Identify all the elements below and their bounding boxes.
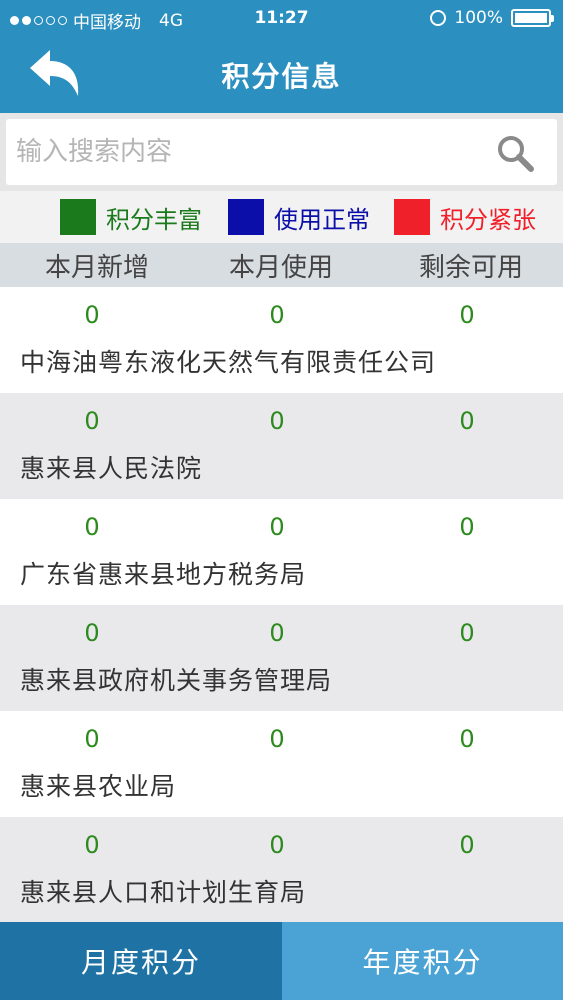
org-name: 惠来县人口和计划生育局 (20, 878, 307, 907)
legend-item-normal: 使用正常 (228, 199, 370, 235)
legend-label-tight: 积分紧张 (440, 205, 536, 234)
search-area (0, 113, 563, 191)
legend-swatch-normal (228, 199, 264, 235)
alarm-icon (430, 10, 447, 26)
used-points-value: 0 (269, 407, 285, 435)
new-points-value: 0 (84, 619, 100, 647)
remaining-points-value: 0 (459, 831, 475, 859)
page-title: 积分信息 (221, 60, 342, 93)
search-input[interactable] (6, 122, 476, 182)
org-name: 广东省惠来县地方税务局 (20, 560, 307, 589)
list-item[interactable]: 0 0 0 中海油粤东液化天然气有限责任公司 (0, 287, 563, 393)
status-bar: 中国移动 4G 11:27 100% (0, 0, 563, 38)
used-points-value: 0 (269, 725, 285, 753)
search-box (6, 119, 557, 185)
used-points-value: 0 (269, 301, 285, 329)
new-points-value: 0 (84, 513, 100, 541)
new-points-value: 0 (84, 831, 100, 859)
org-list: 0 0 0 中海油粤东液化天然气有限责任公司 0 0 0 惠来县人民法院 0 0… (0, 287, 563, 923)
tab-monthly-points[interactable]: 月度积分 (0, 922, 282, 1000)
remaining-points-value: 0 (459, 725, 475, 753)
search-icon[interactable] (495, 133, 535, 173)
new-points-value: 0 (84, 301, 100, 329)
remaining-points-value: 0 (459, 513, 475, 541)
status-right: 100% (430, 8, 554, 28)
list-item[interactable]: 0 0 0 惠来县政府机关事务管理局 (0, 605, 563, 711)
legend-item-tight: 积分紧张 (394, 199, 536, 235)
tab-yearly-points[interactable]: 年度积分 (282, 922, 563, 1000)
column-header-used: 本月使用 (228, 253, 333, 283)
legend-item-rich: 积分丰富 (60, 199, 202, 235)
list-item[interactable]: 0 0 0 惠来县人民法院 (0, 393, 563, 499)
org-name: 惠来县人民法院 (20, 454, 203, 483)
legend-swatch-tight (394, 199, 430, 235)
list-item[interactable]: 0 0 0 惠来县农业局 (0, 711, 563, 817)
column-headers: 本月新增 本月使用 剩余可用 (0, 243, 563, 287)
battery-icon (511, 9, 554, 27)
org-name: 惠来县政府机关事务管理局 (20, 666, 333, 695)
list-item[interactable]: 0 0 0 惠来县人口和计划生育局 (0, 817, 563, 923)
org-name: 惠来县农业局 (20, 772, 177, 801)
legend: 积分丰富 使用正常 积分紧张 (0, 191, 563, 243)
app-header: 中国移动 4G 11:27 100% 积分信息 (0, 0, 563, 113)
list-item[interactable]: 0 0 0 广东省惠来县地方税务局 (0, 499, 563, 605)
battery-percent: 100% (454, 8, 503, 28)
used-points-value: 0 (269, 513, 285, 541)
column-header-new: 本月新增 (44, 253, 149, 283)
new-points-value: 0 (84, 725, 100, 753)
remaining-points-value: 0 (459, 619, 475, 647)
new-points-value: 0 (84, 407, 100, 435)
legend-swatch-rich (60, 199, 96, 235)
bottom-tab-bar: 月度积分 年度积分 (0, 922, 563, 1000)
used-points-value: 0 (269, 619, 285, 647)
legend-label-rich: 积分丰富 (106, 205, 202, 234)
org-name: 中海油粤东液化天然气有限责任公司 (20, 348, 437, 377)
used-points-value: 0 (269, 831, 285, 859)
column-header-remaining: 剩余可用 (418, 253, 523, 283)
remaining-points-value: 0 (459, 301, 475, 329)
remaining-points-value: 0 (459, 407, 475, 435)
legend-label-normal: 使用正常 (274, 205, 370, 234)
